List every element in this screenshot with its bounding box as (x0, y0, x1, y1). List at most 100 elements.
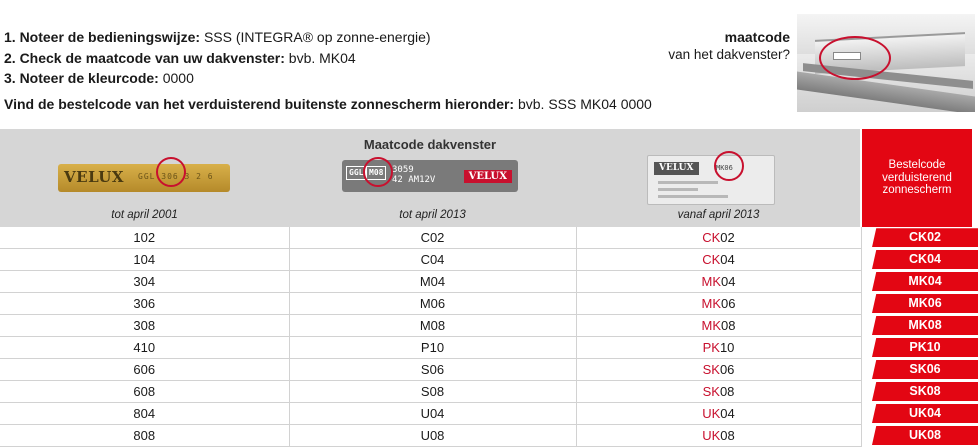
table-row: 410 P10 PK10 PK10 (0, 336, 978, 359)
cell-code-new-prefix: MK (701, 274, 722, 289)
order-code-header-text: Bestelcode verduisterend zonnescherm (882, 159, 952, 197)
type-plate-line (658, 195, 728, 198)
cell-code-2001: 410 (0, 336, 290, 359)
order-code-badge: SK08 (872, 382, 978, 401)
table-row: 104 C04 CK04 CK04 (0, 248, 978, 271)
cell-code-new-suffix: 08 (721, 318, 736, 333)
cell-code-new-suffix: 06 (721, 296, 736, 311)
type-plate-2001: VELUX GGL 306 3 2 6 (58, 164, 230, 192)
table-row: 102 C02 CK02 CK02 (0, 227, 978, 249)
cell-code-2013: U04 (289, 402, 577, 425)
cell-code-new-suffix: 04 (720, 252, 735, 267)
cell-code-new-prefix: CK (702, 252, 721, 267)
cell-code-2013: M08 (289, 314, 577, 337)
type-plate-line (658, 181, 718, 184)
cell-order-code: MK08 (861, 315, 978, 337)
type-plate-new: VELUX MK06 (647, 155, 775, 205)
cell-code-2001: 804 (0, 402, 290, 425)
instruction-step-3-value: 0000 (162, 70, 194, 86)
velux-logo: VELUX (654, 162, 699, 175)
cell-code-2013: P10 (289, 336, 577, 359)
velux-logo: VELUX (463, 170, 512, 183)
table-row: 804 U04 UK04 UK04 (0, 402, 978, 425)
cell-order-code: CK02 (861, 227, 978, 249)
cell-order-code: MK06 (861, 293, 978, 315)
cell-code-new-suffix: 06 (719, 362, 735, 377)
order-code-badge: MK08 (872, 316, 978, 335)
cell-code-new-suffix: 02 (720, 230, 735, 245)
cell-code-2013: U08 (289, 424, 577, 447)
cell-code-2001: 808 (0, 424, 290, 447)
highlight-ring-2 (363, 157, 393, 187)
maatcode-subtitle: van het dakvenster? (668, 47, 790, 62)
instruction-step-1-label: 1. Noteer de bedieningswijze: (4, 29, 201, 45)
cell-code-2013: M06 (289, 292, 577, 315)
order-code-badge: PK10 (872, 338, 978, 357)
table-row: 808 U08 UK08 UK08 (0, 424, 978, 447)
table-row: 606 S06 SK06 SK06 (0, 358, 978, 381)
cell-order-code: UK04 (861, 403, 978, 425)
cell-code-new-prefix: MK (701, 318, 722, 333)
cell-code-2001: 308 (0, 314, 290, 337)
cell-order-code: PK10 (861, 337, 978, 359)
instruction-step-2-value: bvb. MK04 (288, 49, 356, 66)
instructions: 1. Noteer de bedieningswijze: SSS (INTEG… (4, 27, 684, 114)
instruction-find-code: Vind de bestelcode van het verduisterend… (4, 94, 684, 115)
photo-highlight-ring (819, 36, 891, 80)
instruction-step-3: 3. Noteer de kleurcode: 0000 (4, 68, 684, 89)
cell-code-new: UK04 (576, 402, 862, 425)
type-plate-details: 3059 42 AM12V (392, 165, 436, 185)
cell-code-new-prefix: CK (702, 230, 721, 245)
cell-code-2001: 104 (0, 248, 290, 271)
order-code-badge: SK06 (872, 360, 978, 379)
cell-code-new-suffix: 10 (719, 340, 735, 355)
col3-caption: vanaf april 2013 (677, 209, 760, 221)
table-row: 304 M04 MK04 MK04 (0, 270, 978, 293)
cell-code-new-prefix: PK (702, 340, 720, 355)
maatcode-title: maatcode (724, 29, 790, 45)
cell-code-new: CK02 (576, 227, 862, 249)
cell-code-new: SK06 (576, 358, 862, 381)
instruction-step-2-label: 2. Check de maatcode van uw dakvenster: (4, 49, 285, 66)
order-code-badge: CK04 (872, 250, 978, 269)
order-code-badge: UK08 (872, 426, 978, 445)
table-row: 308 M08 MK08 MK08 (0, 314, 978, 337)
cell-code-new: MK06 (576, 292, 862, 315)
cell-code-2001: 606 (0, 358, 290, 381)
instruction-find-code-label: Vind de bestelcode van het verduisterend… (4, 95, 515, 112)
col2-caption: tot april 2013 (399, 209, 466, 221)
type-plate-line (658, 188, 698, 191)
col1-caption: tot april 2001 (111, 209, 178, 221)
cell-code-new-suffix: 04 (721, 274, 736, 289)
highlight-ring-3 (714, 151, 744, 181)
maatcode-callout: maatcode van het dakvenster? (668, 28, 790, 63)
instruction-step-3-label: 3. Noteer de kleurcode: (4, 70, 159, 86)
cell-code-new: MK04 (576, 270, 862, 293)
cell-order-code: CK04 (861, 249, 978, 271)
roof-window-photo (797, 14, 975, 112)
cell-code-new-prefix: SK (702, 384, 720, 399)
order-code-header: Bestelcode verduisterend zonnescherm (862, 129, 972, 227)
cell-code-new-prefix: UK (702, 406, 721, 421)
cell-code-new-prefix: MK (701, 296, 722, 311)
cell-code-new: MK08 (576, 314, 862, 337)
cell-code-new: UK08 (576, 424, 862, 447)
cell-code-new-suffix: 04 (720, 406, 735, 421)
highlight-ring-1 (156, 157, 186, 187)
cell-code-2013: S06 (289, 358, 577, 381)
velux-logo: VELUX (64, 168, 125, 186)
cell-order-code: SK06 (861, 359, 978, 381)
table-group-header: Maatcode dakvenster (363, 137, 497, 152)
instruction-step-1-value: SSS (INTEGRA® op zonne-energie) (203, 29, 431, 45)
cell-code-2001: 608 (0, 380, 290, 403)
cell-code-2001: 306 (0, 292, 290, 315)
instruction-step-2: 2. Check de maatcode van uw dakvenster: … (4, 48, 684, 69)
order-code-badge: UK04 (872, 404, 978, 423)
cell-code-new-suffix: 08 (719, 384, 735, 399)
cell-order-code: MK04 (861, 271, 978, 293)
order-code-badge: MK06 (872, 294, 978, 313)
cell-order-code: UK08 (861, 425, 978, 447)
cell-code-2013: C04 (289, 248, 577, 271)
cell-code-new: PK10 (576, 336, 862, 359)
size-table: 102 C02 CK02 CK02 104 C04 CK04 CK04 304 M04 MK04 MK… (0, 227, 978, 447)
